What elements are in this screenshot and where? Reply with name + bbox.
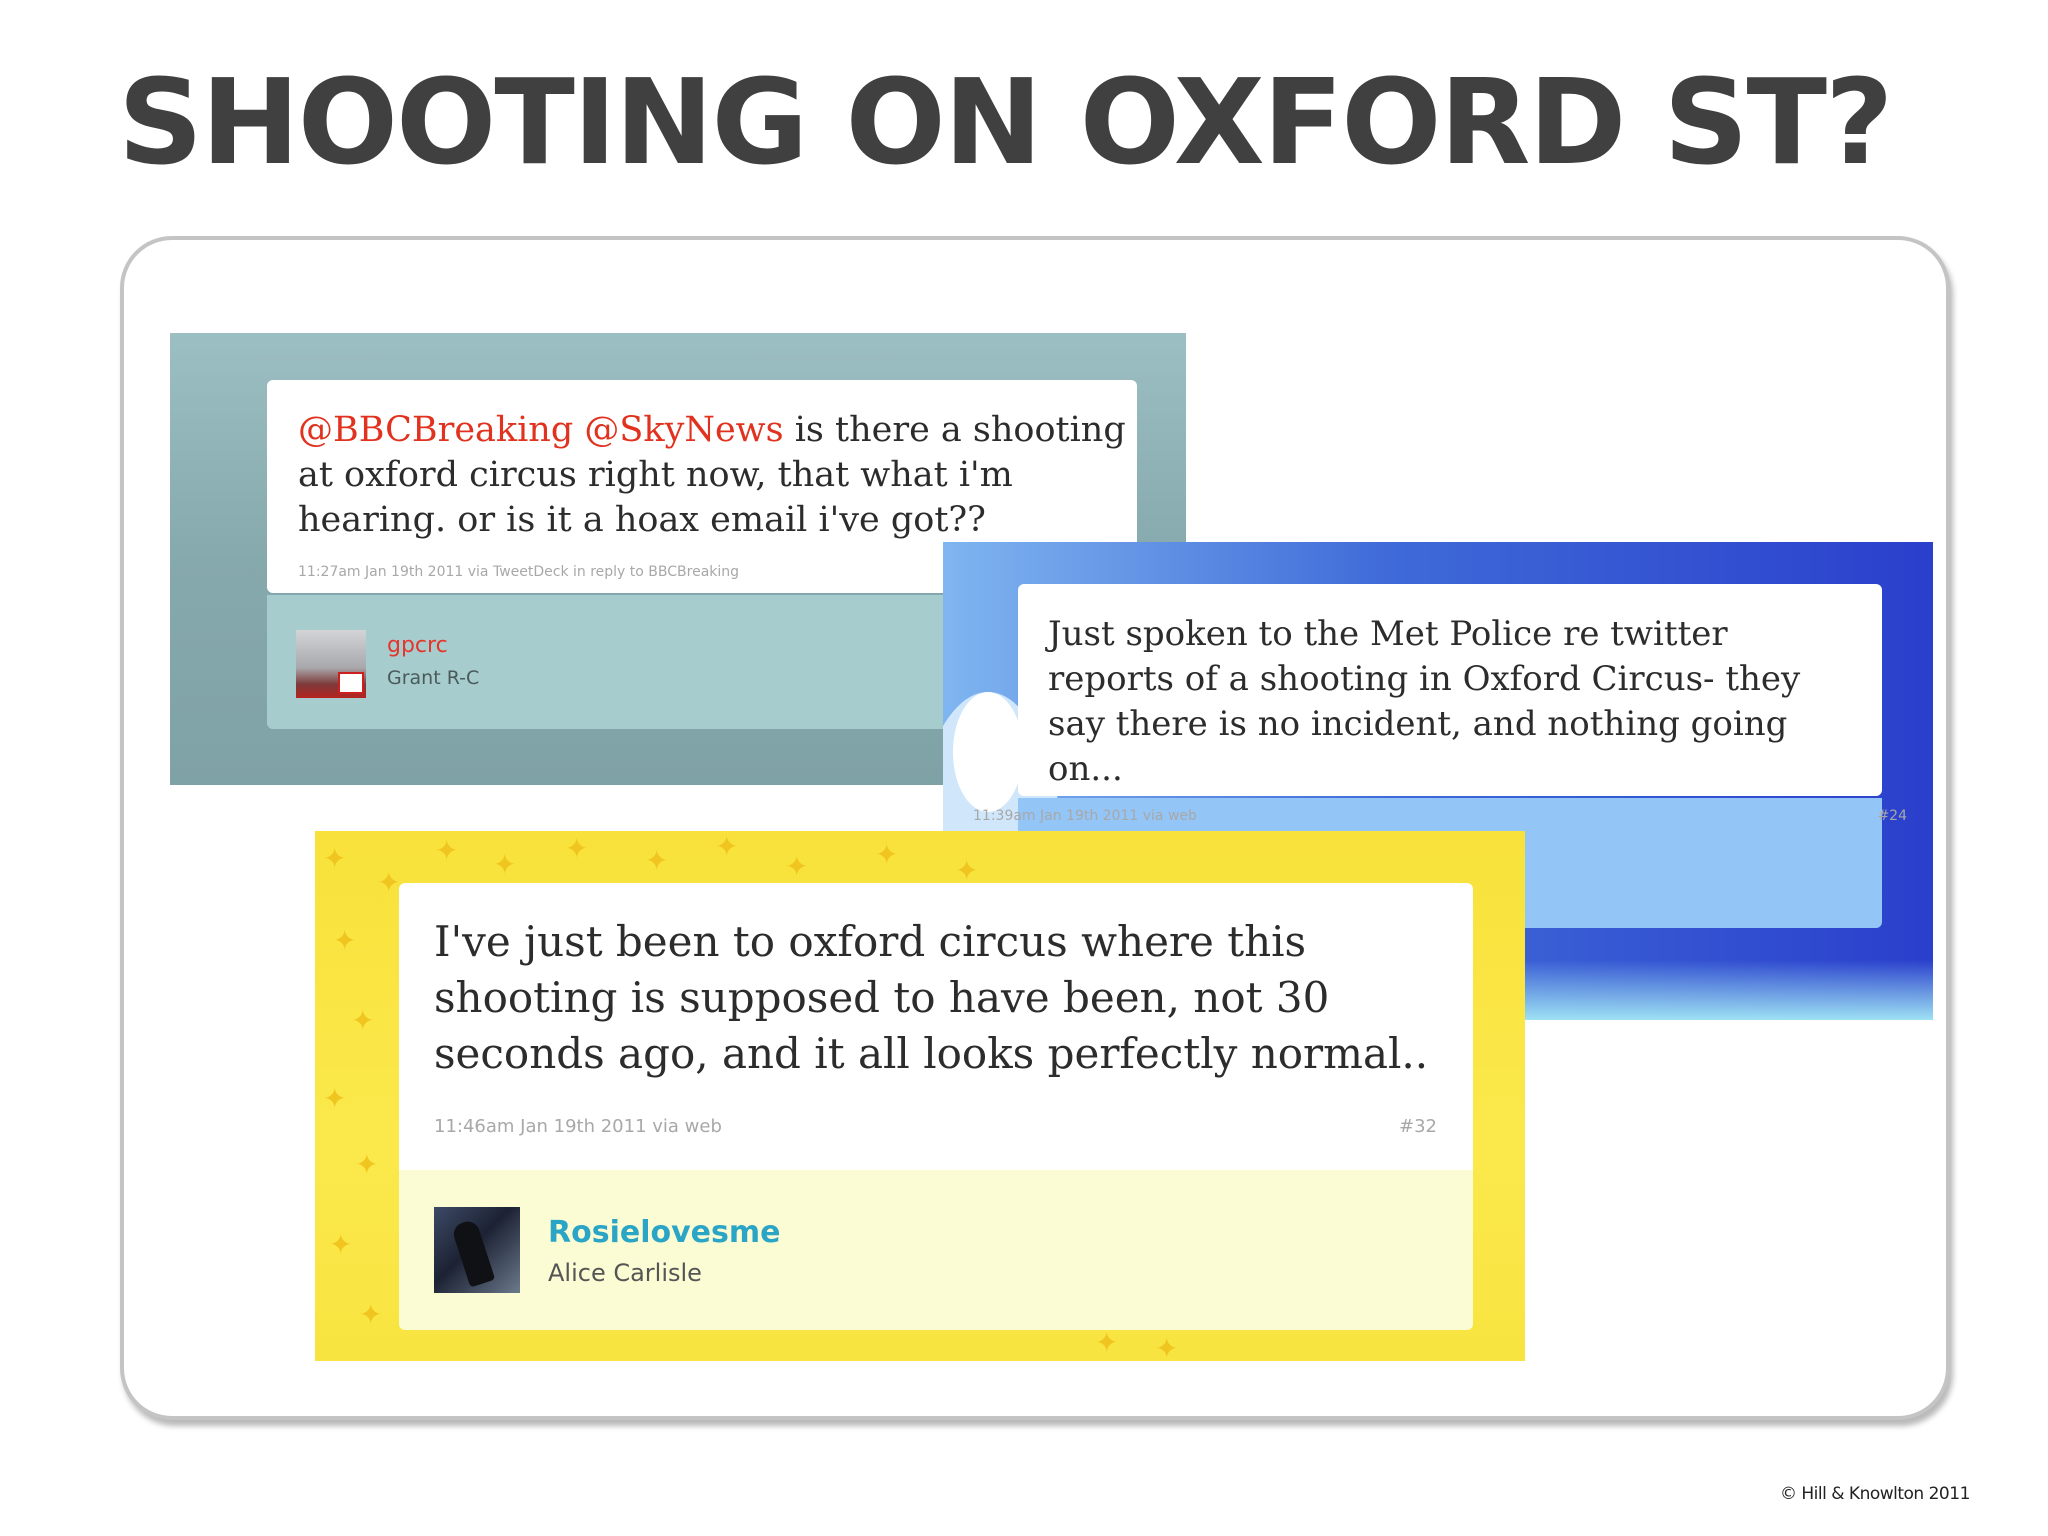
tweet-text: Just spoken to the Met Police re twitter…: [1048, 614, 1801, 789]
tweet-meta: 11:46am Jan 19th 2011 via web: [434, 1116, 722, 1137]
username-link[interactable]: gpcrc: [387, 633, 448, 658]
leaf-decoration: ✦: [645, 844, 669, 877]
tweet-meta: 11:27am Jan 19th 2011 via TweetDeck in r…: [298, 564, 740, 580]
tweet-number: #32: [1399, 1116, 1437, 1137]
tweet-number: #24: [1877, 808, 1907, 824]
leaf-decoration: ✦: [377, 866, 401, 899]
leaf-decoration: ✦: [955, 854, 979, 887]
tweet-meta: 11:39am Jan 19th 2011 via web: [973, 808, 1197, 824]
tweet-screenshot-rosielovesme: ✦ ✦ ✦ ✦ ✦ ✦ ✦ ✦ ✦ ✦ ✦ ✦ ✦ ✦ ✦ ✦ ✦ ✦ I've…: [315, 831, 1525, 1361]
tweet-author-bar: Rosielovesme Alice Carlisle: [399, 1170, 1473, 1330]
copyright-notice: © Hill & Knowlton 2011: [1780, 1484, 1970, 1504]
leaf-decoration: ✦: [565, 832, 589, 865]
leaf-decoration: ✦: [435, 834, 459, 867]
leaf-decoration: ✦: [323, 1082, 347, 1115]
leaf-decoration: ✦: [785, 850, 809, 883]
leaf-decoration: ✦: [323, 842, 347, 875]
username-link[interactable]: Rosielovesme: [548, 1215, 780, 1250]
tweet-card: I've just been to oxford circus where th…: [399, 883, 1473, 1170]
real-name: Alice Carlisle: [548, 1259, 702, 1287]
slide-title: SHOOTING ON OXFORD ST?: [118, 53, 1893, 191]
leaf-decoration: ✦: [351, 1004, 375, 1037]
leaf-decoration: ✦: [875, 838, 899, 871]
background-bubble: [953, 692, 1023, 812]
avatar[interactable]: [296, 630, 366, 698]
leaf-decoration: ✦: [329, 1228, 353, 1261]
tweet-card: Just spoken to the Met Police re twitter…: [1018, 584, 1882, 796]
leaf-decoration: ✦: [1095, 1326, 1119, 1359]
leaf-decoration: ✦: [355, 1148, 379, 1181]
tweet-text: @BBCBreaking @SkyNews is there a shootin…: [298, 408, 1128, 543]
leaf-decoration: ✦: [1155, 1332, 1179, 1362]
leaf-decoration: ✦: [715, 831, 739, 863]
england-flag-icon: [338, 672, 364, 694]
mention-link[interactable]: @SkyNews: [584, 410, 783, 450]
mention-link[interactable]: @BBCBreaking: [298, 410, 573, 450]
avatar[interactable]: [434, 1207, 520, 1293]
tweet-text: I've just been to oxford circus where th…: [434, 917, 1429, 1078]
real-name: Grant R-C: [387, 667, 480, 689]
leaf-decoration: ✦: [493, 848, 517, 881]
leaf-decoration: ✦: [333, 924, 357, 957]
silhouette-icon: [450, 1218, 496, 1288]
leaf-decoration: ✦: [359, 1298, 383, 1331]
